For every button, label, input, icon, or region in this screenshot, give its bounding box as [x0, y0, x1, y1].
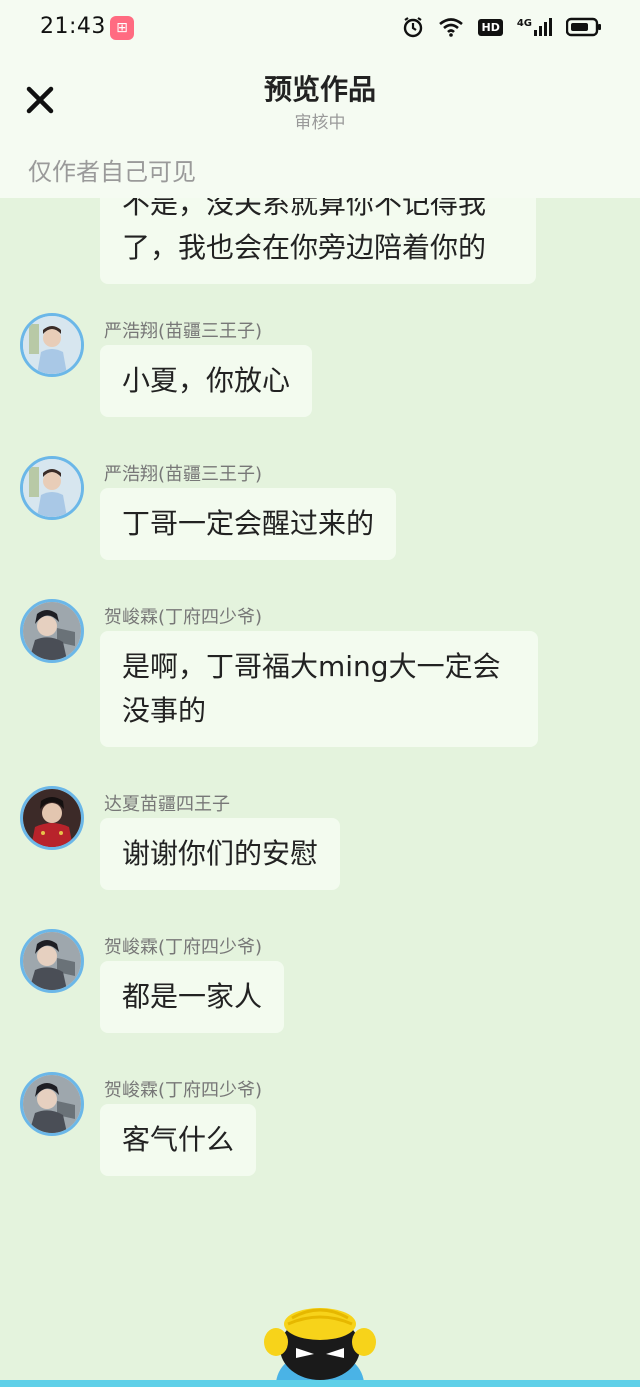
mascot-icon[interactable]	[256, 1302, 384, 1382]
signal-4g-icon: 4G	[517, 18, 552, 36]
sender-name: 严浩翔(苗疆三王子)	[104, 464, 263, 485]
message-bubble[interactable]: 小夏，你放心	[100, 345, 313, 417]
review-status: 审核中	[294, 113, 346, 133]
sender-name: 贺峻霖(丁府四少爷)	[104, 937, 263, 958]
avatar-yan-icon[interactable]	[20, 313, 84, 377]
status-time: 21:43	[40, 14, 106, 39]
page-header: 预览作品 审核中 仅作者自己可见	[0, 56, 640, 198]
status-icons: HD 4G	[402, 16, 602, 38]
visibility-note: 仅作者自己可见	[28, 158, 196, 186]
battery-icon	[566, 17, 601, 37]
message-bubble[interactable]: 谢谢你们的安慰	[100, 818, 341, 890]
sender-name: 达夏苗疆四王子	[104, 794, 230, 815]
avatar-da-icon[interactable]	[20, 786, 84, 850]
alarm-icon	[404, 17, 423, 38]
status-bar: 21:43 ⊞ HD 4G	[0, 0, 640, 56]
chat-area[interactable]: 不是，没关系就算你不记得我了，我也会在你旁边陪着你的 严浩翔(苗疆三王子) 小夏…	[0, 198, 640, 1380]
sender-name: 严浩翔(苗疆三王子)	[104, 321, 263, 342]
avatar-he-icon[interactable]	[20, 599, 84, 663]
wifi-icon	[439, 18, 464, 37]
network-type-label: 4G	[516, 18, 532, 29]
message-bubble[interactable]: 丁哥一定会醒过来的	[100, 488, 397, 560]
message-bubble[interactable]: 客气什么	[100, 1104, 257, 1176]
message-bubble[interactable]: 是啊，丁哥福大ming大一定会没事的	[100, 631, 538, 747]
accent-divider	[0, 1380, 640, 1387]
sender-name: 贺峻霖(丁府四少爷)	[104, 607, 263, 628]
app-notification-icon: ⊞	[110, 16, 134, 40]
message-bubble[interactable]: 不是，没关系就算你不记得我了，我也会在你旁边陪着你的	[100, 198, 536, 284]
sender-name: 贺峻霖(丁府四少爷)	[104, 1080, 263, 1101]
message-bubble[interactable]: 都是一家人	[100, 961, 285, 1033]
hd-icon: HD	[478, 18, 503, 36]
page-title: 预览作品	[263, 73, 376, 106]
avatar-he-icon[interactable]	[20, 929, 84, 993]
avatar-yan-icon[interactable]	[20, 456, 84, 520]
avatar-he-icon[interactable]	[20, 1072, 84, 1136]
